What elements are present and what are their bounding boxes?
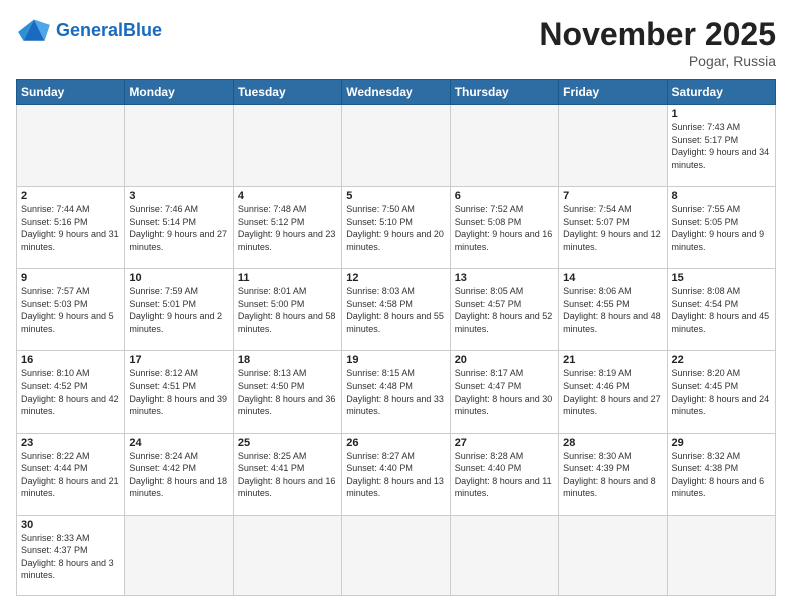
month-title: November 2025	[539, 16, 776, 53]
day-1: 1 Sunrise: 7:43 AM Sunset: 5:17 PM Dayli…	[667, 105, 775, 187]
empty-cell	[667, 515, 775, 595]
day-17: 17 Sunrise: 8:12 AMSunset: 4:51 PMDaylig…	[125, 351, 233, 433]
day-27: 27 Sunrise: 8:28 AMSunset: 4:40 PMDaylig…	[450, 433, 558, 515]
week-row-5: 23 Sunrise: 8:22 AMSunset: 4:44 PMDaylig…	[17, 433, 776, 515]
empty-cell	[450, 515, 558, 595]
title-block: November 2025 Pogar, Russia	[539, 16, 776, 69]
calendar-table: Sunday Monday Tuesday Wednesday Thursday…	[16, 79, 776, 596]
day-info-1: Sunrise: 7:43 AM Sunset: 5:17 PM Dayligh…	[672, 121, 771, 171]
empty-cell	[125, 105, 233, 187]
page: GeneralBlue November 2025 Pogar, Russia …	[0, 0, 792, 612]
day-num-1: 1	[672, 108, 771, 120]
day-10: 10 Sunrise: 7:59 AMSunset: 5:01 PMDaylig…	[125, 269, 233, 351]
day-29: 29 Sunrise: 8:32 AMSunset: 4:38 PMDaylig…	[667, 433, 775, 515]
day-28: 28 Sunrise: 8:30 AMSunset: 4:39 PMDaylig…	[559, 433, 667, 515]
day-15: 15 Sunrise: 8:08 AMSunset: 4:54 PMDaylig…	[667, 269, 775, 351]
empty-cell	[233, 515, 341, 595]
day-25: 25 Sunrise: 8:25 AMSunset: 4:41 PMDaylig…	[233, 433, 341, 515]
day-8: 8 Sunrise: 7:55 AMSunset: 5:05 PMDayligh…	[667, 187, 775, 269]
day-9: 9 Sunrise: 7:57 AMSunset: 5:03 PMDayligh…	[17, 269, 125, 351]
day-19: 19 Sunrise: 8:15 AMSunset: 4:48 PMDaylig…	[342, 351, 450, 433]
day-14: 14 Sunrise: 8:06 AMSunset: 4:55 PMDaylig…	[559, 269, 667, 351]
day-22: 22 Sunrise: 8:20 AMSunset: 4:45 PMDaylig…	[667, 351, 775, 433]
week-row-4: 16 Sunrise: 8:10 AMSunset: 4:52 PMDaylig…	[17, 351, 776, 433]
col-wednesday: Wednesday	[342, 80, 450, 105]
header: GeneralBlue November 2025 Pogar, Russia	[16, 16, 776, 69]
day-5: 5 Sunrise: 7:50 AMSunset: 5:10 PMDayligh…	[342, 187, 450, 269]
col-monday: Monday	[125, 80, 233, 105]
day-3: 3 Sunrise: 7:46 AMSunset: 5:14 PMDayligh…	[125, 187, 233, 269]
logo-text: GeneralBlue	[56, 21, 162, 41]
week-row-3: 9 Sunrise: 7:57 AMSunset: 5:03 PMDayligh…	[17, 269, 776, 351]
sunset-label: Sunset:	[672, 135, 703, 145]
sunrise-label: Sunrise:	[672, 122, 705, 132]
col-tuesday: Tuesday	[233, 80, 341, 105]
day-26: 26 Sunrise: 8:27 AMSunset: 4:40 PMDaylig…	[342, 433, 450, 515]
empty-cell	[342, 105, 450, 187]
day-30: 30 Sunrise: 8:33 AMSunset: 4:37 PMDaylig…	[17, 515, 125, 595]
day-12: 12 Sunrise: 8:03 AMSunset: 4:58 PMDaylig…	[342, 269, 450, 351]
day-4: 4 Sunrise: 7:48 AMSunset: 5:12 PMDayligh…	[233, 187, 341, 269]
week-row-1: 1 Sunrise: 7:43 AM Sunset: 5:17 PM Dayli…	[17, 105, 776, 187]
day-18: 18 Sunrise: 8:13 AMSunset: 4:50 PMDaylig…	[233, 351, 341, 433]
day-7: 7 Sunrise: 7:54 AMSunset: 5:07 PMDayligh…	[559, 187, 667, 269]
day-11: 11 Sunrise: 8:01 AMSunset: 5:00 PMDaylig…	[233, 269, 341, 351]
logo-icon	[16, 16, 52, 46]
empty-cell	[125, 515, 233, 595]
day-24: 24 Sunrise: 8:24 AMSunset: 4:42 PMDaylig…	[125, 433, 233, 515]
empty-cell	[559, 105, 667, 187]
day-2: 2 Sunrise: 7:44 AMSunset: 5:16 PMDayligh…	[17, 187, 125, 269]
day-23: 23 Sunrise: 8:22 AMSunset: 4:44 PMDaylig…	[17, 433, 125, 515]
day-13: 13 Sunrise: 8:05 AMSunset: 4:57 PMDaylig…	[450, 269, 558, 351]
empty-cell	[450, 105, 558, 187]
col-thursday: Thursday	[450, 80, 558, 105]
empty-cell	[342, 515, 450, 595]
day-20: 20 Sunrise: 8:17 AMSunset: 4:47 PMDaylig…	[450, 351, 558, 433]
day-21: 21 Sunrise: 8:19 AMSunset: 4:46 PMDaylig…	[559, 351, 667, 433]
empty-cell	[17, 105, 125, 187]
daylight-label: Daylight:	[672, 147, 707, 157]
week-row-6: 30 Sunrise: 8:33 AMSunset: 4:37 PMDaylig…	[17, 515, 776, 595]
col-friday: Friday	[559, 80, 667, 105]
col-saturday: Saturday	[667, 80, 775, 105]
empty-cell	[233, 105, 341, 187]
empty-cell	[559, 515, 667, 595]
day-6: 6 Sunrise: 7:52 AMSunset: 5:08 PMDayligh…	[450, 187, 558, 269]
logo: GeneralBlue	[16, 16, 162, 46]
col-sunday: Sunday	[17, 80, 125, 105]
day-16: 16 Sunrise: 8:10 AMSunset: 4:52 PMDaylig…	[17, 351, 125, 433]
week-row-2: 2 Sunrise: 7:44 AMSunset: 5:16 PMDayligh…	[17, 187, 776, 269]
location: Pogar, Russia	[539, 53, 776, 69]
weekday-header-row: Sunday Monday Tuesday Wednesday Thursday…	[17, 80, 776, 105]
logo-general: General	[56, 20, 123, 40]
logo-blue: Blue	[123, 20, 162, 40]
